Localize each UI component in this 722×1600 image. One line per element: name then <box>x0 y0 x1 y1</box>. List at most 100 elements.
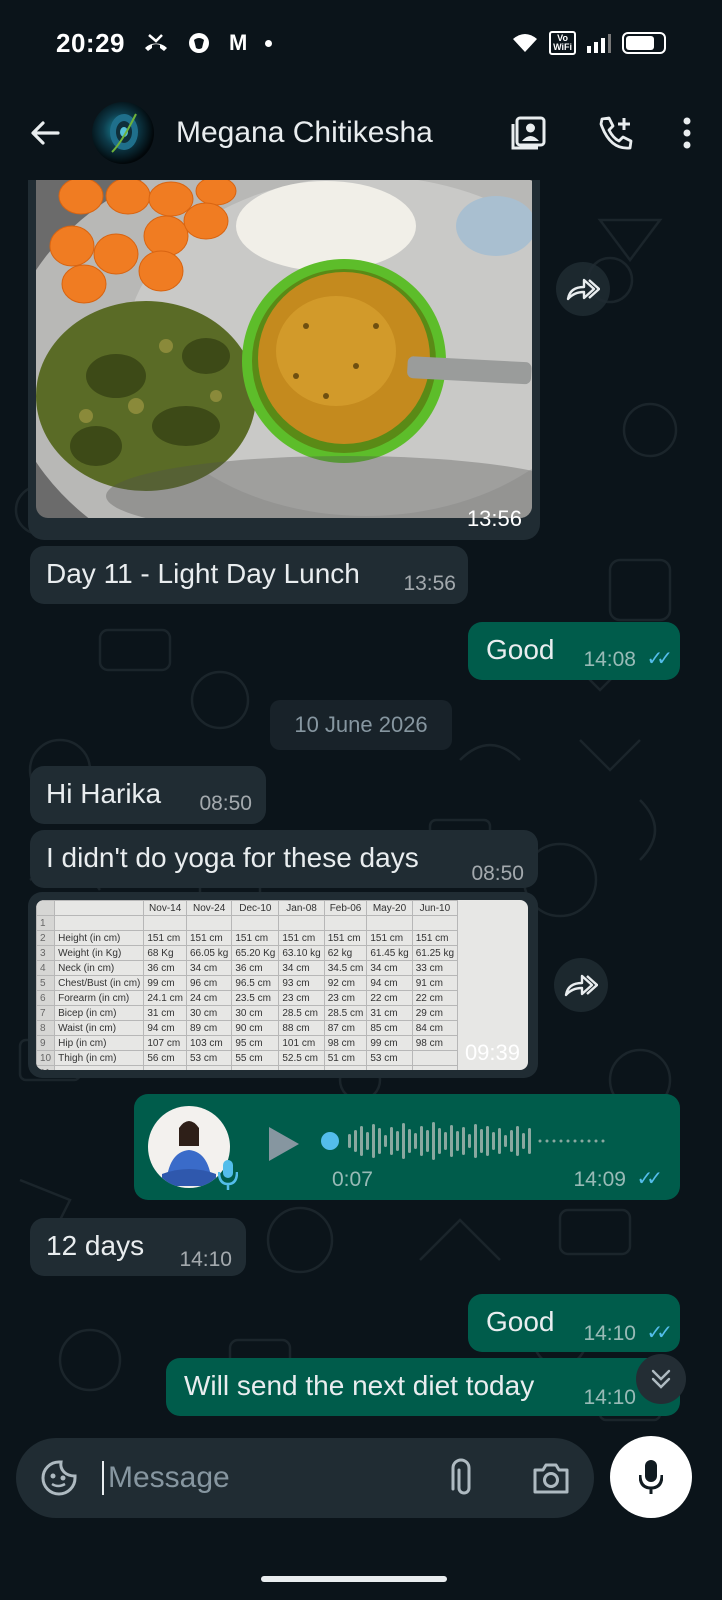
waveform-bar <box>444 1132 447 1150</box>
sheet-cell: 28.5 cm <box>278 1005 325 1021</box>
message-incoming[interactable]: I didn't do yoga for these days 08:50 <box>30 830 538 888</box>
forward-icon <box>564 974 598 997</box>
sheet-cell: Height (in cm) <box>54 930 145 946</box>
sheet-cell: 29 cm <box>411 1005 459 1021</box>
message-incoming[interactable]: Day 11 - Light Day Lunch 13:56 <box>30 546 468 604</box>
waveform-bar <box>486 1126 489 1156</box>
sheet-cell: 23.5 cm <box>231 990 280 1006</box>
chat-header: Megana Chitikesha <box>0 86 722 180</box>
play-icon[interactable] <box>266 1124 302 1164</box>
more-vert-icon[interactable] <box>682 116 692 150</box>
measurement-sheet-photo[interactable]: Nov-14 Nov-24 Dec-10 Jan-08 Feb-06 May-20 Jun-… <box>36 900 528 1070</box>
sheet-cell: 30 cm <box>185 1005 233 1021</box>
read-ticks-icon: ✓✓ <box>636 1168 662 1190</box>
sheet-cell: 63.10 kg <box>278 945 325 961</box>
forward-button[interactable] <box>554 958 608 1012</box>
waveform-bar <box>510 1130 513 1152</box>
sheet-cell: 23 cm <box>278 990 325 1006</box>
message-time: 14:10 <box>583 1322 636 1345</box>
waveform-bar <box>456 1131 459 1151</box>
message-text: Good <box>486 1306 555 1337</box>
sheet-cell: 88 cm <box>278 1020 325 1036</box>
sheet-cell: 7 <box>36 1005 56 1021</box>
sheet-cell <box>366 1065 413 1070</box>
sheet-cell: 9 <box>36 1035 56 1051</box>
waveform-bar <box>516 1126 519 1156</box>
voice-message[interactable]: 0:07 14:09 ✓✓ <box>134 1094 680 1200</box>
vpn-icon <box>189 33 209 53</box>
sheet-cell: 85 cm <box>366 1020 413 1036</box>
forward-button[interactable] <box>556 262 610 316</box>
sheet-cell: Neck (in cm) <box>54 960 145 976</box>
sheet-cell: Dec-10 <box>231 900 280 916</box>
contact-card-icon[interactable] <box>510 114 548 152</box>
sticker-icon[interactable] <box>40 1459 78 1497</box>
sheet-cell: 96.5 cm <box>231 975 280 991</box>
chat-messages[interactable]: 13:56 Day 11 - Light Day Lunch 13:56 Goo… <box>0 180 722 1460</box>
sheet-cell: Jan-08 <box>278 900 325 916</box>
sheet-cell: 94 cm <box>143 1020 187 1036</box>
back-arrow-icon[interactable] <box>28 116 62 150</box>
waveform-bar <box>384 1135 387 1147</box>
sheet-cell: 96 cm <box>185 975 233 991</box>
sheet-cell: 151 cm <box>231 930 280 946</box>
message-incoming[interactable]: 12 days 14:10 <box>30 1218 246 1276</box>
contact-avatar[interactable] <box>92 102 154 164</box>
waveform-bar <box>480 1129 483 1153</box>
sheet-cell <box>143 915 187 931</box>
scroll-to-bottom-button[interactable] <box>636 1354 686 1404</box>
message-time: 14:08 <box>583 648 636 671</box>
waveform-dot <box>538 1139 542 1143</box>
message-outgoing[interactable]: Will send the next diet today 14:10 ✓✓ <box>166 1358 680 1416</box>
message-time: 14:10 <box>583 1386 636 1409</box>
sheet-cell: 53 cm <box>185 1050 233 1066</box>
sheet-cell: 24 cm <box>185 990 233 1006</box>
sheet-cell: 151 cm <box>323 930 368 946</box>
sheet-cell <box>366 915 413 931</box>
food-photo[interactable] <box>36 180 532 518</box>
sheet-row: 3 Weight (in Kg) 68 Kg 66.05 kg 65.20 Kg 63.1… <box>36 945 459 961</box>
sheet-cell: 34 cm <box>278 960 325 976</box>
sheet-cell: 10 <box>36 1050 56 1066</box>
sheet-cell: 93 cm <box>278 975 325 991</box>
waveform-bar <box>462 1127 465 1155</box>
waveform-bar <box>360 1126 363 1156</box>
missed-call-icon <box>145 34 167 51</box>
sheet-cell <box>185 1065 233 1070</box>
contact-name[interactable]: Megana Chitikesha <box>176 116 433 150</box>
voice-duration: 0:07 <box>332 1168 373 1191</box>
playhead[interactable] <box>321 1132 339 1150</box>
add-call-icon[interactable] <box>596 114 634 152</box>
message-incoming[interactable]: Hi Harika 08:50 <box>30 766 266 824</box>
sheet-cell: 51 cm <box>323 1050 368 1066</box>
waveform-bar <box>390 1127 393 1155</box>
voice-record-button[interactable] <box>610 1436 692 1518</box>
waveform-dot <box>545 1139 549 1143</box>
sheet-cell: Jun-10 <box>411 900 459 916</box>
sheet-row: 1 <box>36 915 459 931</box>
sheet-cell: 52.5 cm <box>278 1050 325 1066</box>
sheet-cell: 151 cm <box>411 930 459 946</box>
forward-icon <box>566 278 600 301</box>
message-input[interactable] <box>102 1461 432 1495</box>
sheet-cell: 6 <box>36 990 56 1006</box>
waveform-bar <box>468 1134 471 1148</box>
sheet-cell: Nov-24 <box>185 900 233 916</box>
sheet-cell: 36 cm <box>143 960 187 976</box>
attach-icon[interactable] <box>448 1458 474 1498</box>
sheet-cell: 94 cm <box>366 975 413 991</box>
sheet-cell: 91 cm <box>411 975 459 991</box>
sheet-row: 10 Thigh (in cm) 56 cm 53 cm 55 cm 52.5 cm 51 … <box>36 1050 459 1066</box>
image-message[interactable]: Nov-14 Nov-24 Dec-10 Jan-08 Feb-06 May-20 Jun-… <box>28 892 538 1078</box>
home-indicator[interactable] <box>261 1576 447 1582</box>
camera-icon[interactable] <box>532 1461 570 1495</box>
waveform-dot <box>587 1139 591 1143</box>
sheet-cell <box>411 1050 459 1066</box>
image-message[interactable]: 13:56 <box>28 180 540 540</box>
waveform-bar <box>354 1130 357 1152</box>
message-outgoing[interactable]: Good 14:08 ✓✓ <box>468 622 680 680</box>
sheet-cell <box>54 915 145 931</box>
waveform[interactable] <box>320 1116 650 1166</box>
message-outgoing[interactable]: Good 14:10 ✓✓ <box>468 1294 680 1352</box>
sheet-row: 6 Forearm (in cm) 24.1 cm 24 cm 23.5 cm 23 cm… <box>36 990 459 1006</box>
